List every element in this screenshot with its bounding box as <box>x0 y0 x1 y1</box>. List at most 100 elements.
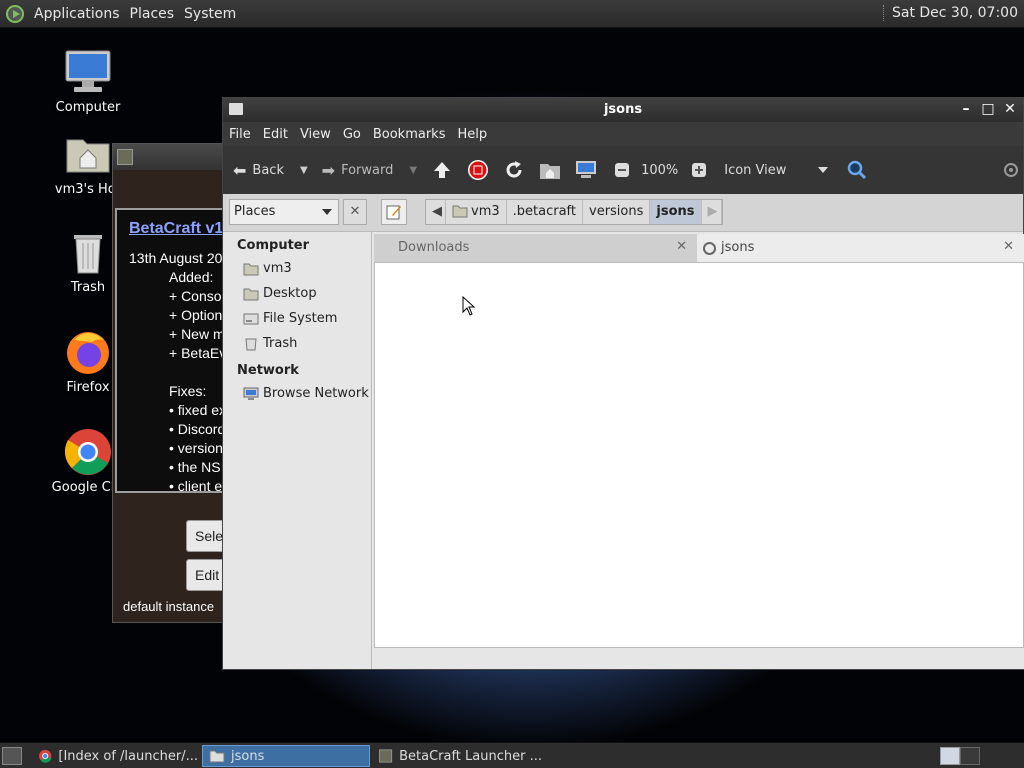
betacraft-icon <box>378 749 393 763</box>
edit-instance-button[interactable]: Edit <box>186 559 226 591</box>
edit-location-icon[interactable] <box>381 199 407 225</box>
tab-downloads[interactable]: Downloads ✕ <box>374 234 697 262</box>
trash-icon <box>64 228 112 276</box>
maximize-icon[interactable]: □ <box>979 100 997 118</box>
window-titlebar[interactable]: jsons – □ ✕ <box>223 98 1023 122</box>
folder-icon <box>209 750 225 763</box>
home-icon[interactable] <box>539 159 561 181</box>
applications-menu[interactable]: Applications <box>34 6 120 22</box>
taskbar-item-label: jsons <box>231 748 265 764</box>
taskbar-item-betacraft[interactable]: BetaCraft Launcher ... <box>372 745 542 767</box>
tab-label: Downloads <box>398 240 470 255</box>
bottom-panel: [Index of /launcher/... jsons BetaCraft … <box>0 742 1024 768</box>
sidebar-item-trash[interactable]: Trash <box>223 332 371 357</box>
drive-icon <box>243 313 259 325</box>
firefox-icon <box>64 328 112 376</box>
sidebar-item-file-system[interactable]: File System <box>223 307 371 332</box>
reload-icon[interactable] <box>503 159 525 181</box>
distro-logo-icon[interactable] <box>6 4 24 23</box>
view-mode-select[interactable]: Icon View <box>724 163 829 178</box>
stop-icon[interactable] <box>467 159 489 181</box>
breadcrumb-item-current[interactable]: jsons <box>650 200 702 224</box>
menu-edit[interactable]: Edit <box>263 127 288 142</box>
zoom-in-icon[interactable] <box>688 159 710 181</box>
betacraft-launcher-window[interactable]: BetaCraft v1 13th August 20 Added: + Con… <box>112 143 226 623</box>
show-desktop-icon[interactable] <box>2 747 22 765</box>
sidebar-heading-computer: Computer <box>237 238 310 253</box>
breadcrumb-scroll-left-icon[interactable]: ◀ <box>426 200 446 224</box>
computer-icon <box>64 48 112 96</box>
arrow-left-icon: ⬅ <box>233 160 247 180</box>
chevron-down-icon <box>322 209 332 215</box>
changelog-item: • fixed ex <box>169 402 225 418</box>
top-panel: Applications Places System Sat Dec 30, 0… <box>0 0 1024 28</box>
window-titlebar[interactable] <box>113 144 223 170</box>
desktop-icon-computer[interactable]: Computer <box>40 48 136 115</box>
changelog-item: • Discord <box>169 421 225 437</box>
breadcrumb: ◀ vm3 .betacraft versions jsons ▶ <box>425 199 723 225</box>
up-arrow-icon[interactable] <box>431 159 453 181</box>
file-view-area[interactable] <box>374 262 1024 648</box>
changelog-added-heading: Added: <box>169 269 214 285</box>
menu-go[interactable]: Go <box>343 127 361 142</box>
chevron-down-icon[interactable]: ▼ <box>409 165 417 176</box>
workspace-switcher-2[interactable] <box>960 747 980 765</box>
breadcrumb-label: vm3 <box>471 204 500 219</box>
close-icon[interactable]: ✕ <box>1001 100 1019 118</box>
close-tab-icon[interactable]: ✕ <box>676 239 687 254</box>
clock[interactable]: Sat Dec 30, 07:00 <box>892 5 1018 21</box>
menu-view[interactable]: View <box>300 127 331 142</box>
changelog-item: • version <box>169 440 223 456</box>
location-bar: Places ✕ ◀ vm3 .betacraft versions jsons… <box>223 194 1023 232</box>
changelog-header-link[interactable]: BetaCraft v1 <box>129 220 223 238</box>
file-manager-window[interactable]: jsons – □ ✕ File Edit View Go Bookmarks … <box>222 97 1024 670</box>
breadcrumb-item[interactable]: .betacraft <box>507 200 583 224</box>
zoom-out-icon[interactable] <box>611 159 633 181</box>
chevron-down-icon <box>818 166 829 173</box>
sidebar-item-vm3[interactable]: vm3 <box>223 257 371 282</box>
back-button[interactable]: ⬅ Back ▼ <box>233 161 308 180</box>
computer-icon[interactable] <box>575 159 597 181</box>
changelog-panel: BetaCraft v1 13th August 20 Added: + Con… <box>115 208 225 493</box>
forward-label: Forward <box>341 162 394 178</box>
workspace-switcher-1[interactable] <box>940 747 960 765</box>
breadcrumb-item[interactable]: vm3 <box>446 200 507 224</box>
sidebar-item-label: File System <box>263 311 338 326</box>
minimize-icon[interactable]: – <box>957 100 975 118</box>
taskbar-item-jsons[interactable]: jsons <box>202 745 370 767</box>
chrome-icon <box>39 749 52 763</box>
search-icon[interactable] <box>846 159 868 181</box>
select-version-button[interactable]: Selec <box>186 520 226 552</box>
arrow-right-icon: ➡ <box>321 160 336 180</box>
changelog-date: 13th August 20 <box>129 250 223 266</box>
changelog-item: + Conso <box>169 288 222 304</box>
system-menu[interactable]: System <box>184 6 236 22</box>
menu-file[interactable]: File <box>229 127 251 142</box>
forward-button[interactable]: ➡ Forward ▼ <box>322 161 417 180</box>
chevron-down-icon[interactable]: ▼ <box>300 165 308 176</box>
instance-label: default instance <box>123 599 215 614</box>
close-side-pane-icon[interactable]: ✕ <box>343 199 367 225</box>
breadcrumb-scroll-right-icon[interactable]: ▶ <box>702 200 722 224</box>
tab-jsons[interactable]: jsons ✕ <box>697 234 1024 262</box>
menu-help[interactable]: Help <box>457 127 487 142</box>
side-pane-selector-label: Places <box>234 204 276 219</box>
loading-icon <box>703 242 716 255</box>
zoom-level: 100% <box>641 162 679 178</box>
breadcrumb-item[interactable]: versions <box>583 200 651 224</box>
changelog-item: + BetaEv <box>169 345 225 361</box>
menu-bookmarks[interactable]: Bookmarks <box>373 127 446 142</box>
taskbar-item-chrome[interactable]: [Index of /launcher/... <box>32 745 198 767</box>
changelog-item: • the NS <box>169 459 221 475</box>
toolbar: ⬅ Back ▼ ➡ Forward ▼ 100% Icon View <box>223 146 1023 194</box>
sidebar-item-desktop[interactable]: Desktop <box>223 282 371 307</box>
close-tab-icon[interactable]: ✕ <box>1003 239 1014 254</box>
home-folder-icon <box>452 205 468 218</box>
chrome-icon <box>64 428 112 476</box>
taskbar-item-label: [Index of /launcher/... <box>58 748 198 764</box>
sidebar-item-browse-network[interactable]: Browse Network <box>223 382 371 407</box>
taskbar-item-label: BetaCraft Launcher ... <box>399 748 542 764</box>
back-label: Back <box>252 162 284 178</box>
places-menu[interactable]: Places <box>130 6 175 22</box>
side-pane-selector[interactable]: Places <box>229 199 339 225</box>
